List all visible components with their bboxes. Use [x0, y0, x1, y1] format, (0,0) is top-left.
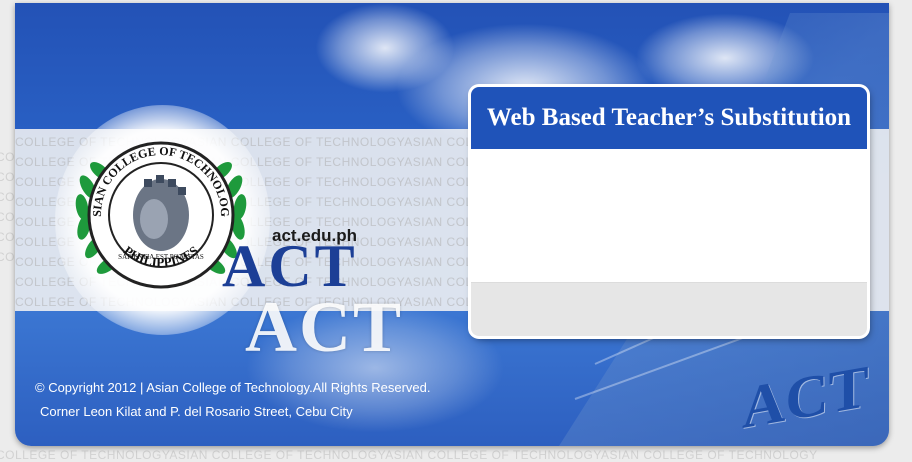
box-footer	[471, 282, 867, 336]
copyright-text: © Copyright 2012 | Asian College of Tech…	[35, 380, 431, 395]
address-text: Corner Leon Kilat and P. del Rosario Str…	[40, 404, 353, 419]
seal-motto: SAPIENTIA EST POTESTAS	[118, 253, 204, 261]
box-body	[471, 149, 867, 282]
watermark-row: COLLEGE OF TECHNOLOGYASIAN COLLEGE OF TE…	[0, 448, 818, 462]
page-title: Web Based Teacher’s Substitution	[486, 104, 852, 131]
box-header: Web Based Teacher’s Substitution	[471, 87, 867, 149]
act-logo-text: ACT	[222, 233, 358, 299]
content-box: Web Based Teacher’s Substitution	[471, 87, 867, 336]
